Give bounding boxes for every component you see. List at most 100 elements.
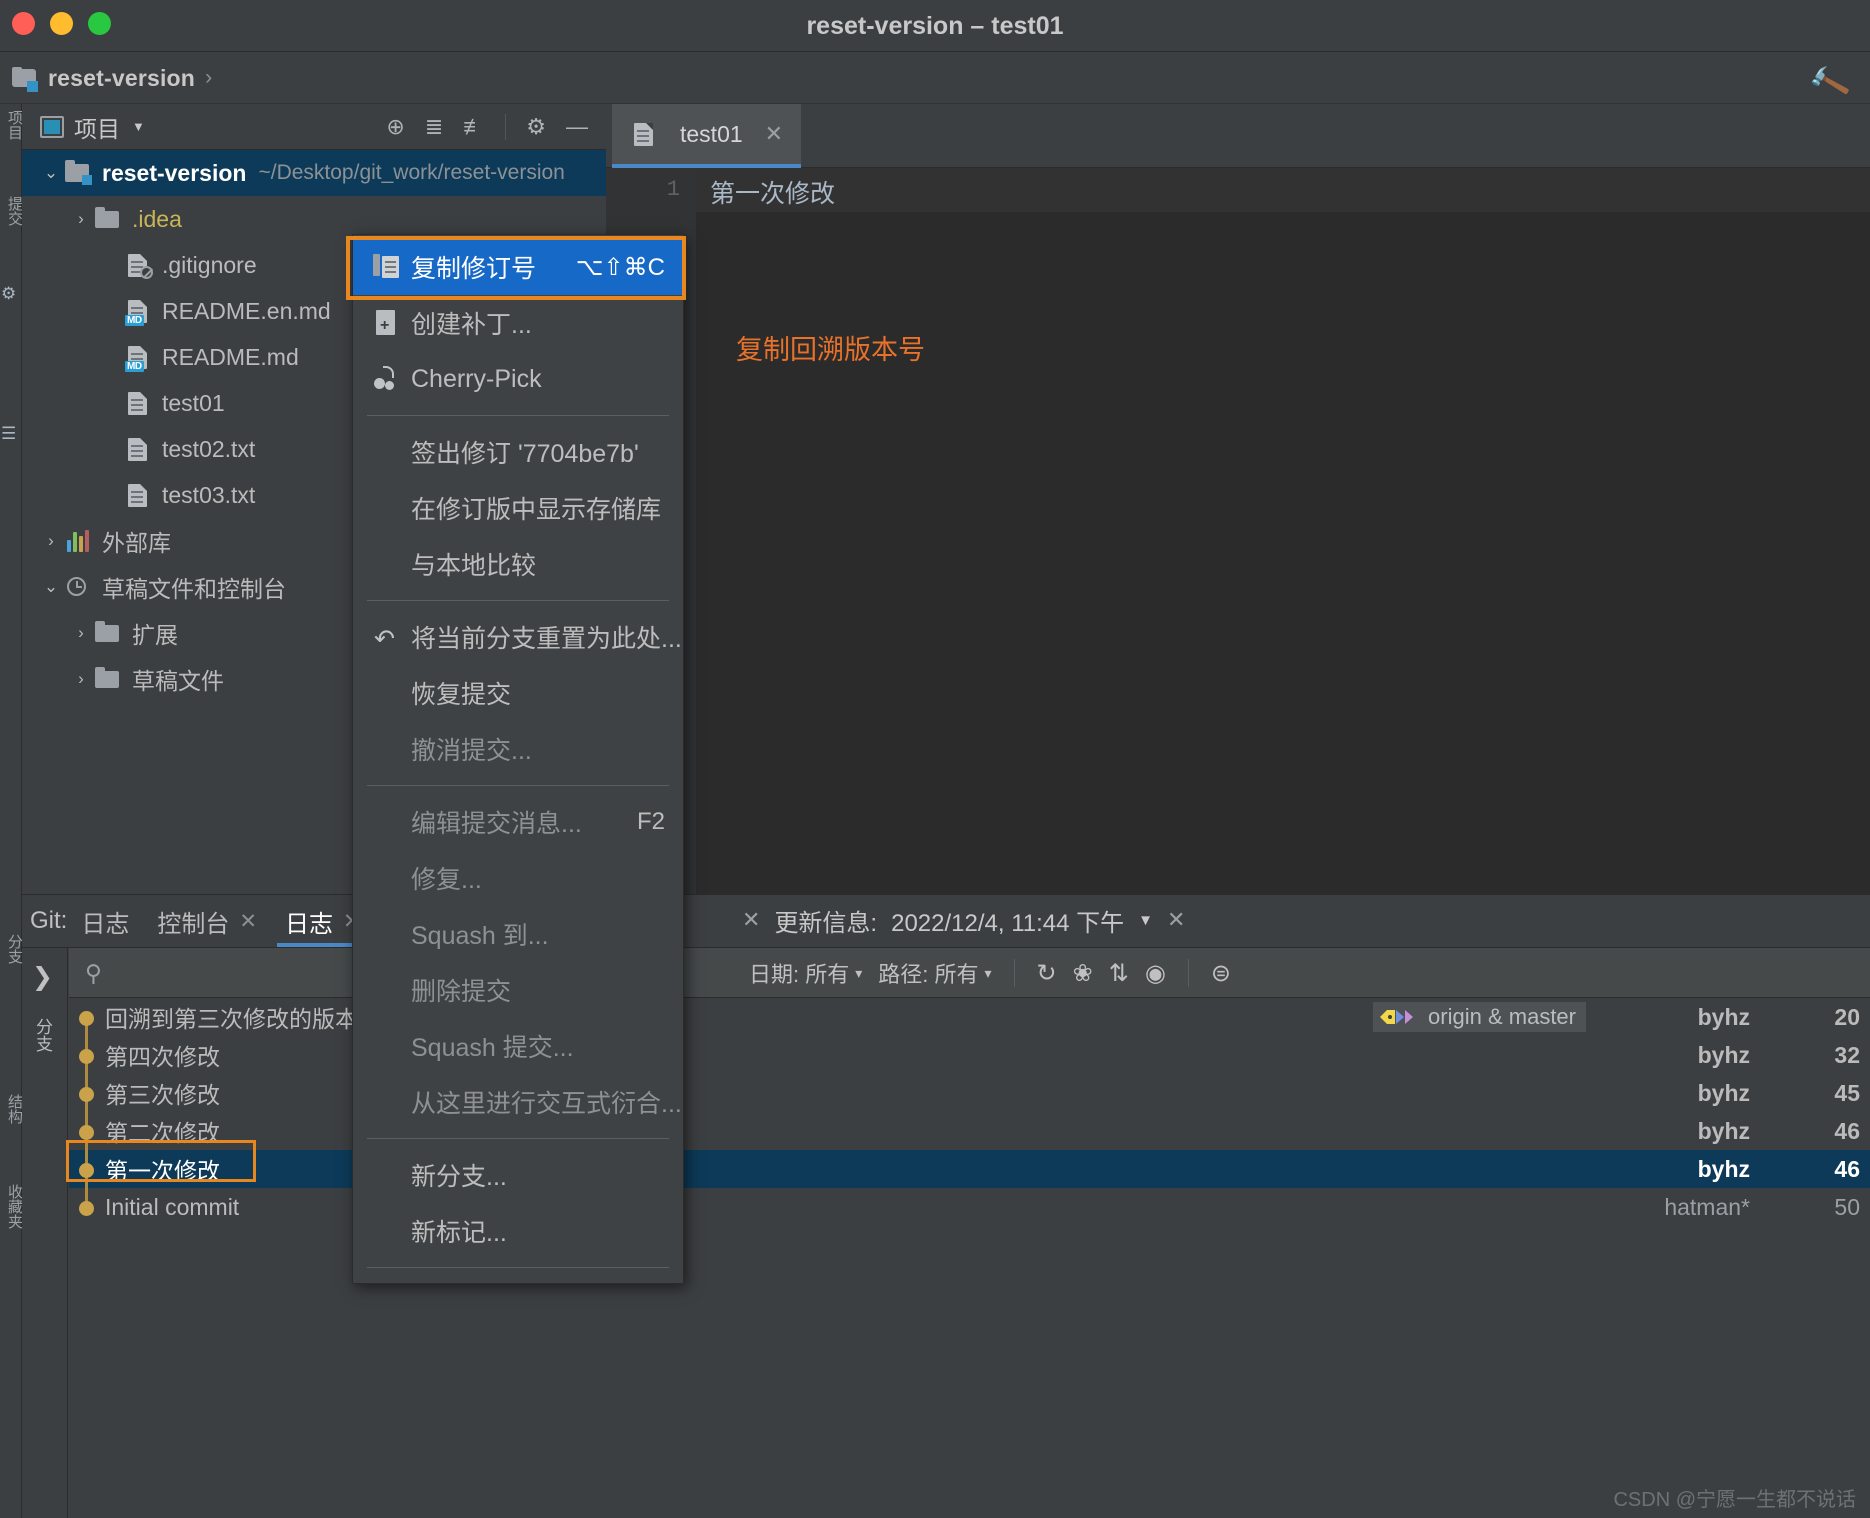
breadcrumb[interactable]: reset-version › — [12, 52, 212, 104]
build-hammer-icon[interactable]: 🔨 — [1806, 61, 1852, 106]
chevron-right-icon[interactable]: › — [68, 669, 94, 689]
context-menu-item-label: Squash 提交... — [411, 1034, 574, 1062]
chevron-down-icon[interactable]: ⌄ — [38, 577, 64, 597]
commit-row[interactable]: 回溯到第三次修改的版本 origin & master byhz 20 — [69, 998, 1870, 1036]
expand-branches-icon[interactable]: ❯ — [32, 962, 53, 992]
chevron-down-icon[interactable]: ▼ — [132, 119, 145, 134]
context-menu-item[interactable]: Cherry-Pick — [353, 351, 683, 407]
commit-meta: byhz 45 — [1600, 1080, 1870, 1107]
git-tab[interactable]: 日志 — [67, 895, 143, 947]
md-badge: MD — [125, 361, 144, 372]
context-menu-item[interactable]: 与本地比较 — [353, 536, 683, 592]
md-badge: MD — [125, 315, 144, 326]
cherry-pick-icon[interactable]: ❀ — [1073, 959, 1093, 988]
editor-tab-strip: test01 ✕ — [606, 104, 1870, 168]
collapse-all-icon[interactable]: ≢ — [463, 115, 485, 138]
branches-label[interactable]: 分支 — [30, 1018, 55, 1052]
watermark: CSDN @宁愿一生都不说话 — [1613, 1489, 1856, 1511]
current-line-highlight — [696, 168, 1870, 212]
commit-row[interactable]: 第三次修改 byhz 45 — [69, 1074, 1870, 1112]
commit-author: hatman* — [1664, 1193, 1750, 1220]
settings-gear-icon[interactable]: ⚙ — [526, 115, 546, 138]
cherry-pick-icon — [371, 365, 401, 393]
context-menu-item[interactable]: ↶ 将当前分支重置为此处... — [353, 609, 683, 665]
chevron-right-icon: › — [205, 66, 213, 89]
context-menu-item[interactable]: 复制修订号 ⌥⇧⌘C — [353, 239, 683, 295]
commit-graph-cell — [69, 1150, 105, 1188]
context-menu-item[interactable]: 签出修订 '7704be7b' — [353, 424, 683, 480]
close-update-info-icon[interactable]: ✕ — [1167, 907, 1185, 933]
menu-separator — [367, 600, 669, 601]
chevron-right-icon[interactable]: › — [38, 531, 64, 551]
commit-row[interactable]: 第一次修改 byhz 46 — [69, 1150, 1870, 1188]
markdown-file-icon: MD — [124, 298, 152, 326]
branch-ref-label[interactable]: origin & master — [1373, 1002, 1586, 1032]
project-folder-icon — [12, 67, 38, 92]
context-menu-item: 撤消提交... — [353, 721, 683, 777]
filter-date[interactable]: 日期: 所有 ▾ — [749, 957, 862, 989]
commit-subject: 回溯到第三次修改的版本 — [105, 1006, 358, 1032]
updown-icon: ▾ — [855, 964, 863, 981]
expand-all-icon[interactable]: ≣ — [425, 115, 443, 138]
git-side-rail: ❯ 分支 — [22, 948, 68, 1518]
project-panel-title: 项目 — [74, 115, 120, 142]
project-view-icon — [40, 115, 64, 138]
divider — [1187, 959, 1189, 987]
filter-path[interactable]: 路径: 所有 ▾ — [878, 957, 991, 989]
context-menu-item-label: Cherry-Pick — [411, 364, 542, 393]
commit-context-menu[interactable]: 复制修订号 ⌥⇧⌘C + 创建补丁... Cherry-Pick 签出修订 '7704be… — [352, 234, 684, 1284]
refresh-icon[interactable]: ↻ — [1037, 959, 1057, 988]
context-menu-item[interactable]: 新标记... — [353, 1203, 683, 1259]
git-log-search-bar[interactable]: ⚲ 日期: 所有 ▾ 路径: 所有 ▾ ↻ ❀ ⇅ ◉ ⊜ — [69, 948, 1870, 998]
commit-graph-cell — [69, 1036, 105, 1074]
commit-row[interactable]: Initial commit hatman* 50 — [69, 1188, 1870, 1226]
chevron-right-icon[interactable]: › — [68, 623, 94, 643]
project-panel-toolbar: ⊕ ≣ ≢ ⚙ — — [386, 113, 606, 140]
editor-tab-test01[interactable]: test01 ✕ — [612, 104, 802, 168]
git-tab[interactable]: 控制台 ✕ — [143, 895, 271, 947]
commit-row[interactable]: 第四次修改 byhz 32 — [69, 1036, 1870, 1074]
context-menu-item-label: 撤消提交... — [411, 737, 532, 765]
close-icon[interactable]: ✕ — [239, 909, 257, 934]
tree-item-label: 草稿文件 — [132, 668, 224, 694]
tree-item[interactable]: ⌄ reset-version ~/Desktop/git_work/reset-v… — [22, 150, 606, 196]
editor-code-area[interactable]: 第一次修改 复制回溯版本号 — [696, 168, 1870, 894]
scratches-icon — [64, 574, 92, 600]
context-menu-item-label: 在修订版中显示存储库 — [411, 496, 662, 524]
commit-author: byhz — [1697, 1041, 1750, 1068]
structure-rail-icon[interactable]: ☰ — [1, 424, 16, 444]
chevron-down-icon[interactable]: ▼ — [1138, 912, 1153, 929]
code-editor[interactable]: 1 第一次修改 复制回溯版本号 — [606, 168, 1870, 894]
context-menu-item-label: Squash 到... — [411, 922, 549, 950]
reset-branch-icon: ↶ — [374, 625, 395, 653]
context-menu-item-label: 与本地比较 — [411, 552, 537, 580]
chevron-down-icon[interactable]: ⌄ — [38, 163, 64, 183]
show-details-icon[interactable]: ◉ — [1145, 959, 1166, 988]
breadcrumb-project[interactable]: reset-version — [48, 65, 195, 92]
settings-rail-icon[interactable]: ⚙ — [1, 284, 16, 304]
chevron-right-icon[interactable]: › — [68, 209, 94, 229]
git-commit-list[interactable]: 回溯到第三次修改的版本 origin & master byhz 20 第四次修改 byh… — [69, 998, 1870, 1518]
sort-icon[interactable]: ⇅ — [1109, 959, 1129, 988]
commit-row[interactable]: 第二次修改 byhz 46 — [69, 1112, 1870, 1150]
context-menu-item[interactable]: 恢复提交 — [353, 665, 683, 721]
context-menu-item[interactable]: 新分支... — [353, 1147, 683, 1203]
create-patch-icon: + — [371, 309, 401, 337]
divider — [1013, 959, 1015, 987]
context-menu-item-label: 编辑提交消息... — [411, 810, 582, 838]
context-menu-item[interactable]: 在修订版中显示存储库 — [353, 480, 683, 536]
context-menu-item[interactable]: + 创建补丁... — [353, 295, 683, 351]
update-info-timestamp: 2022/12/4, 11:44 下午 — [891, 909, 1125, 937]
commit-subject: Initial commit — [105, 1193, 240, 1220]
close-icon[interactable]: ✕ — [742, 907, 760, 933]
git-panel-label: Git: — [30, 907, 68, 934]
context-menu-item-label: 创建补丁... — [411, 311, 532, 339]
commit-date: 46 — [1834, 1117, 1860, 1144]
markdown-file-icon: MD — [124, 344, 152, 372]
hide-icon[interactable]: — — [566, 115, 588, 138]
expand-panel-icon[interactable]: ⊜ — [1211, 959, 1231, 988]
module-folder-icon — [64, 160, 92, 186]
locate-icon[interactable]: ⊕ — [386, 115, 404, 138]
git-tab-label: 日志 — [81, 910, 130, 938]
close-icon[interactable]: ✕ — [765, 121, 783, 147]
